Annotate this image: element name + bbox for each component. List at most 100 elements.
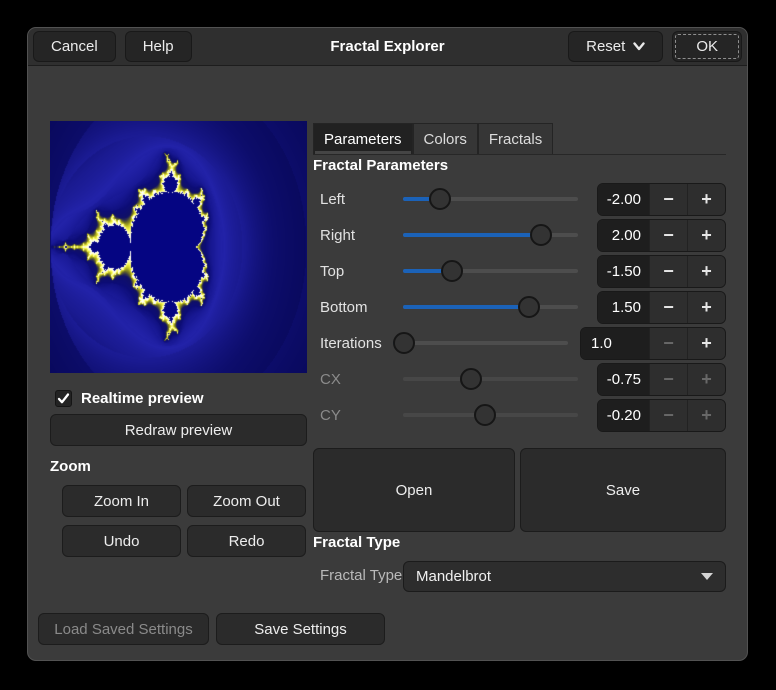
header-bar: Cancel Help Fractal Explorer Reset OK (28, 28, 747, 66)
top-increment-button[interactable]: + (687, 256, 725, 287)
param-row-left: Left -2.00−+ (313, 181, 726, 217)
cancel-button[interactable]: Cancel (33, 31, 116, 62)
reset-dropdown-button[interactable]: Reset (568, 31, 663, 62)
notebook-tab-strip: ParametersColorsFractals (313, 123, 726, 155)
cx-label: CX (313, 371, 403, 388)
parameter-rows: Left-2.00−+Right2.00−+Top-1.50−+Bottom1.… (313, 181, 726, 433)
cx-slider-track[interactable] (403, 377, 578, 381)
iterations-increment-button[interactable]: + (687, 328, 725, 359)
chevron-down-icon (633, 42, 645, 51)
fractal-type-row: Fractal Type Mandelbrot (313, 561, 726, 592)
load-saved-settings-button[interactable]: Load Saved Settings (38, 613, 209, 645)
left-slider[interactable] (403, 187, 578, 212)
save-settings-button[interactable]: Save Settings (216, 613, 385, 645)
header-left-group: Cancel Help (33, 31, 192, 62)
iterations-value-entry[interactable]: 1.0 (581, 328, 649, 359)
left-slider-thumb[interactable] (429, 188, 451, 210)
header-right-group: Reset OK (568, 31, 742, 62)
fractal-type-selected-value: Mandelbrot (416, 568, 491, 585)
cx-slider-thumb[interactable] (460, 368, 482, 390)
fractal-type-label: Fractal Type (320, 567, 402, 584)
cy-slider-thumb[interactable] (474, 404, 496, 426)
right-value-entry[interactable]: 2.00 (598, 220, 649, 251)
cy-increment-button: + (687, 400, 725, 431)
left-decrement-button[interactable]: − (649, 184, 687, 215)
undo-button[interactable]: Undo (62, 525, 181, 557)
top-slider-track[interactable] (403, 269, 578, 273)
cy-value-entry[interactable]: -0.20 (598, 400, 649, 431)
left-value-entry[interactable]: -2.00 (598, 184, 649, 215)
param-row-bottom: Bottom 1.50−+ (313, 289, 726, 325)
fractal-explorer-dialog: Cancel Help Fractal Explorer Reset OK (27, 27, 748, 661)
redo-button[interactable]: Redo (187, 525, 306, 557)
top-spinbutton: -1.50−+ (597, 255, 726, 288)
left-increment-button[interactable]: + (687, 184, 725, 215)
help-button[interactable]: Help (125, 31, 192, 62)
bottom-spinbutton: 1.50−+ (597, 291, 726, 324)
param-row-cx: CX -0.75−+ (313, 361, 726, 397)
dropdown-arrow-icon (701, 573, 713, 580)
right-decrement-button[interactable]: − (649, 220, 687, 251)
cx-decrement-button: − (649, 364, 687, 395)
cy-label: CY (313, 407, 403, 424)
param-row-right: Right 2.00−+ (313, 217, 726, 253)
cy-decrement-button: − (649, 400, 687, 431)
iterations-label: Iterations (313, 335, 393, 352)
bottom-decrement-button[interactable]: − (649, 292, 687, 323)
bottom-slider-fill (403, 305, 529, 309)
right-slider-thumb[interactable] (530, 224, 552, 246)
fractal-parameters-heading: Fractal Parameters (313, 157, 448, 174)
iterations-slider[interactable] (393, 331, 568, 356)
right-increment-button[interactable]: + (687, 220, 725, 251)
checkbox-checked-icon[interactable] (55, 390, 72, 407)
right-slider-fill (403, 233, 541, 237)
redraw-preview-button[interactable]: Redraw preview (50, 414, 307, 446)
iterations-spinbutton: 1.0−+ (580, 327, 726, 360)
reset-label: Reset (586, 38, 625, 55)
top-slider[interactable] (403, 259, 578, 284)
param-row-top: Top -1.50−+ (313, 253, 726, 289)
tab-colors[interactable]: Colors (413, 123, 478, 154)
right-slider[interactable] (403, 223, 578, 248)
right-label: Right (313, 227, 403, 244)
ok-button[interactable]: OK (672, 31, 742, 62)
cx-value-entry[interactable]: -0.75 (598, 364, 649, 395)
bottom-label: Bottom (313, 299, 403, 316)
zoom-section-heading: Zoom (50, 458, 91, 475)
top-slider-thumb[interactable] (441, 260, 463, 282)
top-label: Top (313, 263, 403, 280)
checkmark-icon (57, 392, 70, 405)
cx-increment-button: + (687, 364, 725, 395)
iterations-slider-track[interactable] (393, 341, 568, 345)
bottom-slider[interactable] (403, 295, 578, 320)
cy-spinbutton: -0.20−+ (597, 399, 726, 432)
dialog-content: Realtime preview Redraw preview Zoom Zoo… (28, 66, 747, 661)
zoom-in-button[interactable]: Zoom In (62, 485, 181, 517)
open-button[interactable]: Open (313, 448, 515, 532)
bottom-value-entry[interactable]: 1.50 (598, 292, 649, 323)
tab-parameters[interactable]: Parameters (313, 123, 413, 154)
top-value-entry[interactable]: -1.50 (598, 256, 649, 287)
bottom-increment-button[interactable]: + (687, 292, 725, 323)
zoom-out-button[interactable]: Zoom Out (187, 485, 306, 517)
zoom-button-grid: Zoom In Zoom Out Undo Redo (62, 485, 306, 557)
fractal-preview[interactable] (50, 121, 307, 373)
realtime-preview-checkbox-row[interactable]: Realtime preview (55, 388, 204, 408)
save-button[interactable]: Save (520, 448, 726, 532)
bottom-slider-thumb[interactable] (518, 296, 540, 318)
left-spinbutton: -2.00−+ (597, 183, 726, 216)
bottom-slider-track[interactable] (403, 305, 578, 309)
cy-slider[interactable] (403, 403, 578, 428)
tab-fractals[interactable]: Fractals (478, 123, 553, 154)
fractal-type-dropdown[interactable]: Mandelbrot (403, 561, 726, 592)
top-decrement-button[interactable]: − (649, 256, 687, 287)
desktop-background: Cancel Help Fractal Explorer Reset OK (0, 0, 776, 690)
iterations-slider-thumb[interactable] (393, 332, 415, 354)
iterations-decrement-button: − (649, 328, 687, 359)
cx-slider[interactable] (403, 367, 578, 392)
parameters-panel: ParametersColorsFractals Fractal Paramet… (313, 123, 726, 596)
param-row-cy: CY -0.20−+ (313, 397, 726, 433)
left-label: Left (313, 191, 403, 208)
param-row-iterations: Iterations 1.0−+ (313, 325, 726, 361)
realtime-preview-label: Realtime preview (81, 390, 204, 407)
